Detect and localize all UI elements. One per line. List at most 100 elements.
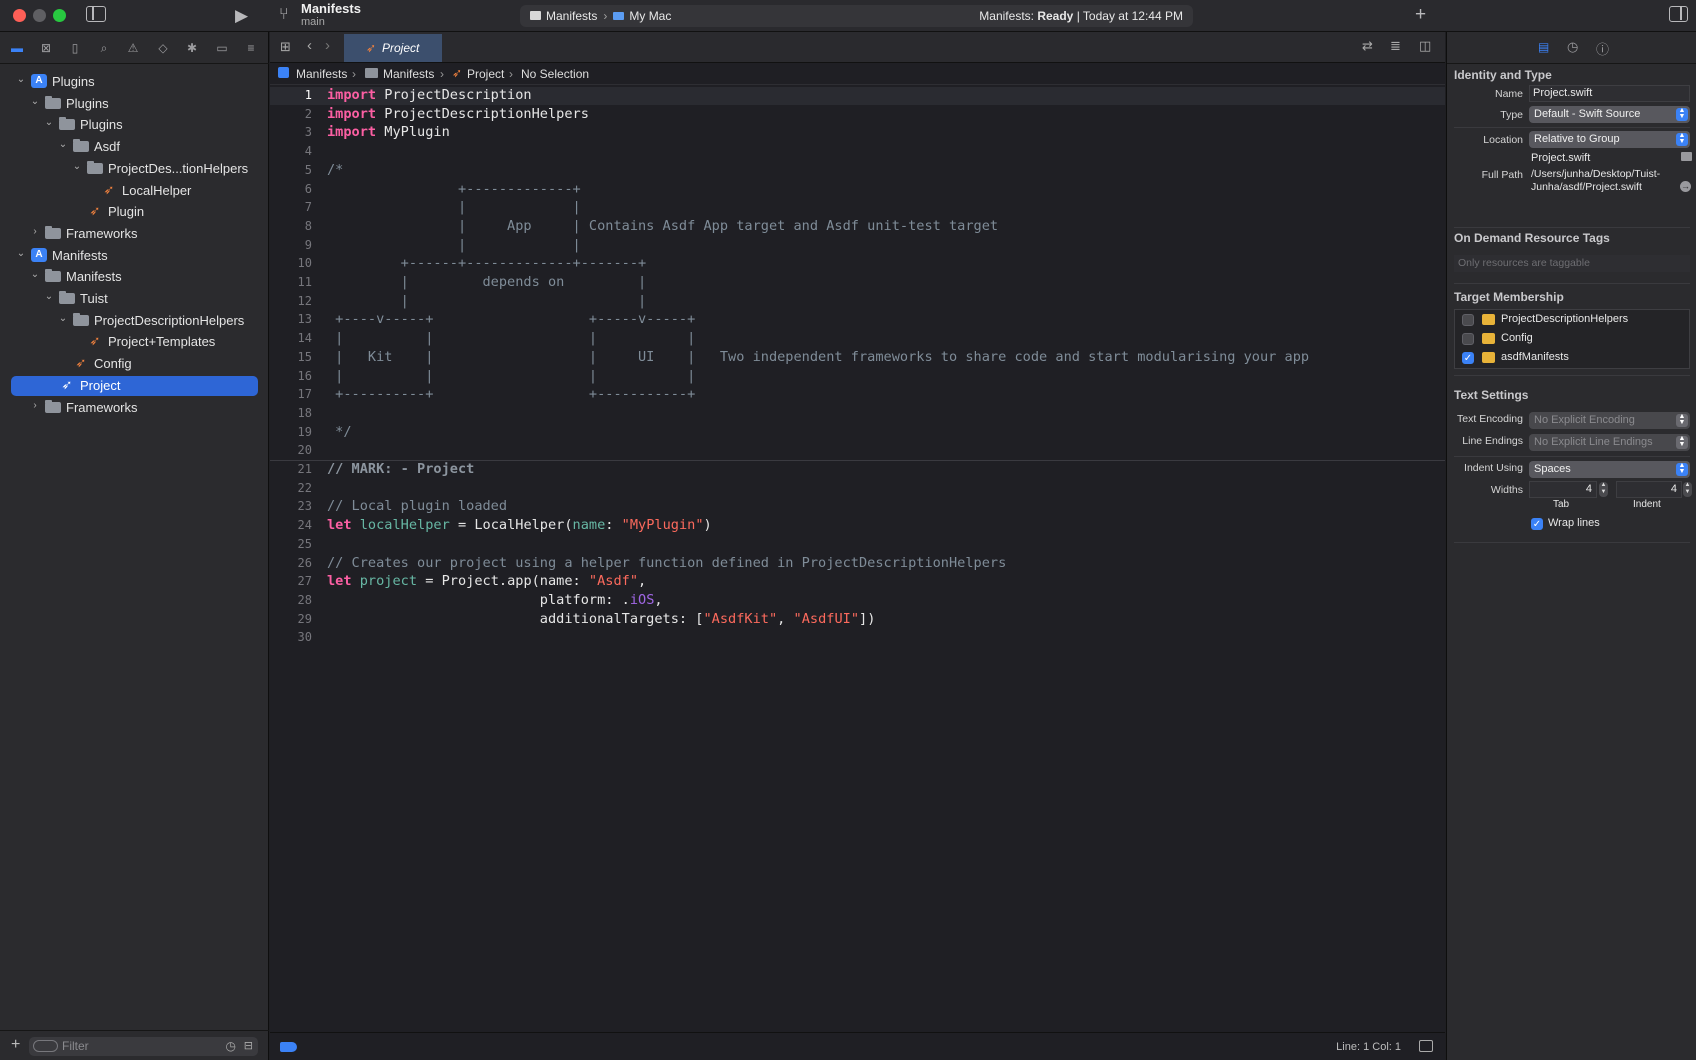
code-review-icon[interactable]: ⇄ — [1362, 38, 1373, 54]
back-icon[interactable]: ‹ — [307, 37, 312, 54]
code-line[interactable]: 25 — [270, 536, 1445, 554]
tab-width-field[interactable]: 4 — [1529, 481, 1597, 498]
code-line[interactable]: 24 let localHelper = LocalHelper(name: "M… — [270, 517, 1445, 535]
code-line[interactable]: 10 +------+-------------+-------+ — [270, 255, 1445, 273]
code-line[interactable]: 29 additionalTargets: ["AsdfKit", "AsdfU… — [270, 611, 1445, 629]
source-control-icon[interactable]: ⊠ — [38, 40, 54, 56]
code-line[interactable]: 3 import MyPlugin — [270, 124, 1445, 142]
code-line[interactable]: 8 | App | Contains Asdf App target and A… — [270, 218, 1445, 236]
target-checkbox[interactable] — [1462, 314, 1474, 326]
navigator-row[interactable]: ➶ Project+Templates — [11, 332, 258, 352]
disclosure-collapsed-icon[interactable]: › — [29, 226, 41, 237]
code-line[interactable]: 4 — [270, 143, 1445, 161]
navigator-row[interactable]: › Frameworks — [11, 398, 258, 418]
breadcrumb-item[interactable]: Project — [467, 67, 504, 81]
code-line[interactable]: 30 — [270, 629, 1445, 647]
code-line[interactable]: 20 — [270, 442, 1445, 460]
code-line[interactable]: 16 | | | | — [270, 368, 1445, 386]
run-icon[interactable]: ▶ — [235, 6, 248, 26]
debug-icon[interactable]: ✱ — [184, 40, 200, 56]
code-line[interactable]: 12 | | — [270, 293, 1445, 311]
report-icon[interactable]: ≡ — [243, 40, 259, 56]
navigator-row[interactable]: ⌄ Tuist — [11, 289, 258, 309]
history-icon[interactable]: ◷ — [1567, 39, 1578, 55]
code-line[interactable]: 22 — [270, 480, 1445, 498]
disclosure-expanded-icon[interactable]: ⌄ — [43, 291, 55, 302]
code-line[interactable]: 1 import ProjectDescription — [270, 87, 1445, 105]
breadcrumb-item[interactable]: Manifests — [383, 67, 434, 81]
code-line[interactable]: 26 // Creates our project using a helper … — [270, 555, 1445, 573]
test-icon[interactable]: ◇ — [155, 40, 171, 56]
minimize-window-button[interactable] — [33, 9, 46, 22]
code-line[interactable]: 27 let project = Project.app(name: "Asdf"… — [270, 573, 1445, 591]
code-line[interactable]: 18 — [270, 405, 1445, 423]
folder-icon[interactable]: ▬ — [9, 40, 25, 56]
code-line[interactable]: 6 +-------------+ — [270, 181, 1445, 199]
navigator-row[interactable]: ⌄ Asdf — [11, 137, 258, 157]
destination-scheme[interactable]: Manifests — [546, 9, 597, 23]
split-editor-icon[interactable]: ◫ — [1419, 38, 1431, 54]
line-endings-popup[interactable]: No Explicit Line Endings ▲ ▼ — [1529, 434, 1690, 451]
disclosure-expanded-icon[interactable]: ⌄ — [15, 248, 27, 259]
file-inspector-icon[interactable]: ▤ — [1538, 40, 1549, 54]
navigator-row[interactable]: ⌄ ProjectDescriptionHelpers — [11, 311, 258, 331]
inspector-toggle-icon[interactable] — [1669, 6, 1688, 22]
breadcrumb-item[interactable]: No Selection — [521, 67, 589, 81]
debug-area-toggle-icon[interactable] — [1419, 1040, 1433, 1052]
scm-filter-icon[interactable]: ⊟ — [244, 1039, 253, 1052]
zoom-window-button[interactable] — [53, 9, 66, 22]
code-line[interactable]: 14 | | | | — [270, 330, 1445, 348]
disclosure-expanded-icon[interactable]: ⌄ — [43, 117, 55, 128]
navigator-row[interactable]: ⌄ A Manifests — [11, 246, 258, 266]
choose-folder-icon[interactable] — [1681, 152, 1692, 161]
disclosure-expanded-icon[interactable]: ⌄ — [57, 139, 69, 150]
code-line[interactable]: 21 // MARK: - Project — [270, 461, 1445, 479]
disclosure-expanded-icon[interactable]: ⌄ — [71, 161, 83, 172]
target-checkbox[interactable]: ✓ — [1462, 352, 1474, 364]
type-popup[interactable]: Default - Swift Source ▲ ▼ — [1529, 106, 1690, 123]
forward-icon[interactable]: › — [325, 37, 330, 54]
scheme-name[interactable]: Manifests — [301, 1, 361, 16]
close-window-button[interactable] — [13, 9, 26, 22]
indent-width-field[interactable]: 4 — [1616, 481, 1682, 498]
wrap-lines-checkbox[interactable]: ✓ — [1531, 518, 1543, 530]
disclosure-expanded-icon[interactable]: ⌄ — [57, 313, 69, 324]
indent-width-stepper[interactable]: ▲ ▼ — [1683, 482, 1692, 497]
navigator-row[interactable]: ➶ Plugin — [11, 202, 258, 222]
navigator-row[interactable]: ⌄ Manifests — [11, 267, 258, 287]
disclosure-expanded-icon[interactable]: ⌄ — [15, 74, 27, 85]
name-field[interactable]: Project.swift — [1529, 85, 1690, 102]
help-icon[interactable]: ⓘ — [1596, 39, 1609, 58]
bookmark-icon[interactable]: ▯ — [67, 40, 83, 56]
breadcrumb-item[interactable]: Manifests — [296, 67, 347, 81]
navigator-row[interactable]: › Frameworks — [11, 224, 258, 244]
disclosure-expanded-icon[interactable]: ⌄ — [29, 269, 41, 280]
add-file-icon[interactable]: + — [11, 1036, 20, 1054]
code-line[interactable]: 5 /* — [270, 162, 1445, 180]
navigator-row[interactable]: ➶ Config — [11, 354, 258, 374]
code-line[interactable]: 15 | Kit | | UI | Two independent framew… — [270, 349, 1445, 367]
code-line[interactable]: 23 // Local plugin loaded — [270, 498, 1445, 516]
recent-files-icon[interactable]: ◷ — [226, 1039, 236, 1053]
run-destination[interactable]: Manifests › My Mac — [530, 9, 671, 23]
breakpoints-toggle-icon[interactable] — [280, 1042, 297, 1052]
code-line[interactable]: 28 platform: .iOS, — [270, 592, 1445, 610]
breakpoint-icon[interactable]: ▭ — [214, 40, 230, 56]
disclosure-expanded-icon[interactable]: ⌄ — [29, 96, 41, 107]
tab-project[interactable]: ➶ Project — [344, 34, 442, 62]
add-icon[interactable]: + — [1415, 4, 1426, 26]
navigator-row[interactable]: ⌄ Plugins — [11, 115, 258, 135]
sidebar-toggle-icon[interactable] — [86, 6, 106, 22]
issue-icon[interactable]: ⚠ — [125, 40, 141, 56]
target-membership-row[interactable]: Config — [1455, 330, 1689, 348]
code-line[interactable]: 13 +----v-----+ +-----v-----+ — [270, 311, 1445, 329]
tab-width-stepper[interactable]: ▲ ▼ — [1599, 482, 1608, 497]
navigator-row[interactable]: ⌄ ProjectDes...tionHelpers — [11, 159, 258, 179]
destination-device[interactable]: My Mac — [629, 9, 671, 23]
navigator-row[interactable]: ➶ LocalHelper — [11, 181, 258, 201]
disclosure-collapsed-icon[interactable]: › — [29, 400, 41, 411]
reveal-in-finder-icon[interactable]: → — [1680, 181, 1691, 192]
navigator-row[interactable]: ➶ Project — [11, 375, 258, 396]
code-line[interactable]: 7 | | — [270, 199, 1445, 217]
filter-options-icon[interactable] — [33, 1040, 58, 1052]
